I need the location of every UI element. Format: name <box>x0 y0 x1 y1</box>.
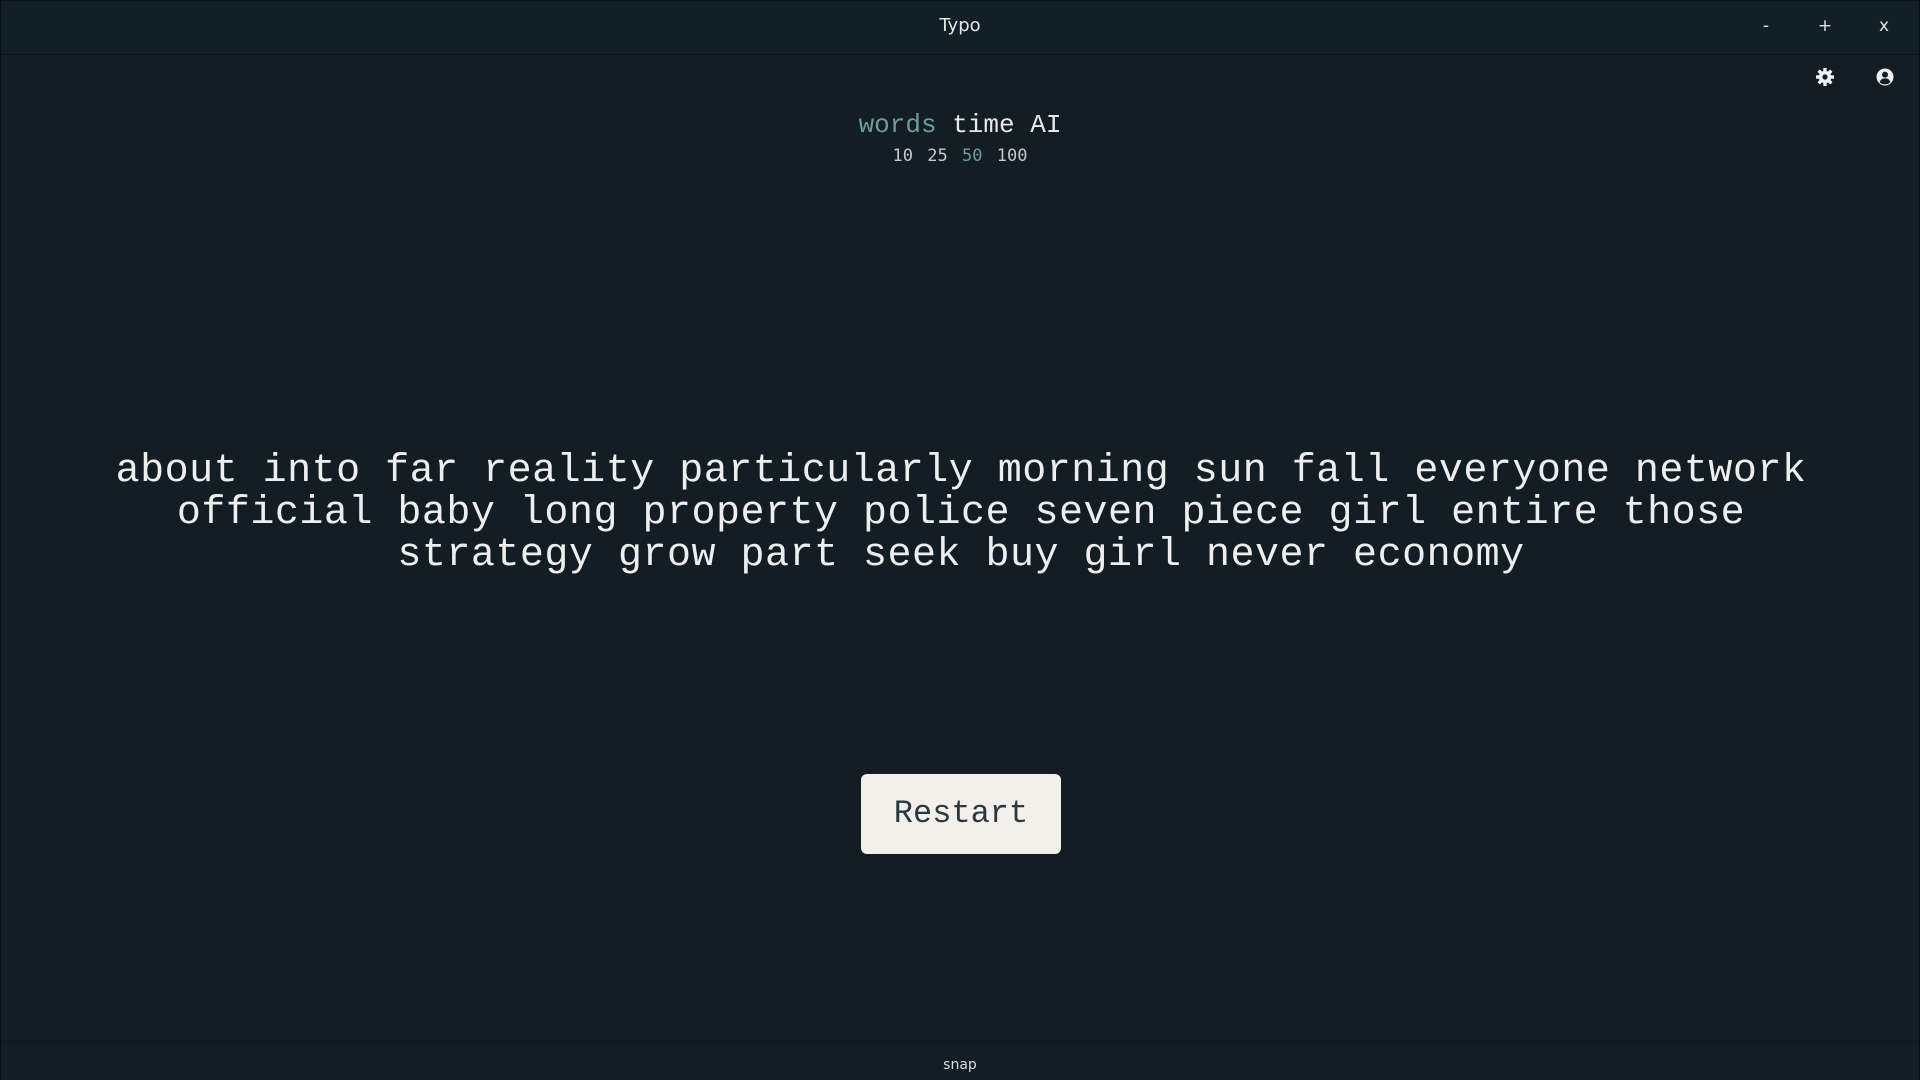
typing-text[interactable]: about into far reality particularly morn… <box>101 451 1821 577</box>
typing-line: strategy grow part seek buy girl never e… <box>397 533 1525 578</box>
bottom-bar: snap <box>1 1041 1919 1080</box>
restart-button[interactable]: Restart <box>861 774 1061 854</box>
mode-words[interactable]: words <box>859 110 937 140</box>
word-count-25[interactable]: 25 <box>927 146 947 166</box>
mode-ai[interactable]: AI <box>1030 110 1061 140</box>
footer-label: snap <box>943 1057 977 1073</box>
word-count-50[interactable]: 50 <box>962 146 982 166</box>
word-count-100[interactable]: 100 <box>997 146 1028 166</box>
word-count-10[interactable]: 10 <box>893 146 913 166</box>
typing-line: about into far reality particularly morn… <box>115 449 1807 494</box>
title-bar[interactable]: Typo - + x <box>1 1 1919 55</box>
app-window: Typo - + x words time AI 10 25 50 100 ab… <box>0 0 1920 1080</box>
mode-time[interactable]: time <box>952 110 1014 140</box>
word-count-selector: 10 25 50 100 <box>1 146 1919 166</box>
minimize-button[interactable]: - <box>1751 13 1781 39</box>
mode-selector: words time AI <box>1 110 1919 140</box>
typing-line: official baby long property police seven… <box>176 491 1746 536</box>
maximize-button[interactable]: + <box>1810 13 1840 39</box>
close-button[interactable]: x <box>1869 13 1899 39</box>
user-circle-icon[interactable] <box>1875 67 1895 87</box>
window-title: Typo <box>939 15 981 36</box>
gear-icon[interactable] <box>1815 67 1835 87</box>
